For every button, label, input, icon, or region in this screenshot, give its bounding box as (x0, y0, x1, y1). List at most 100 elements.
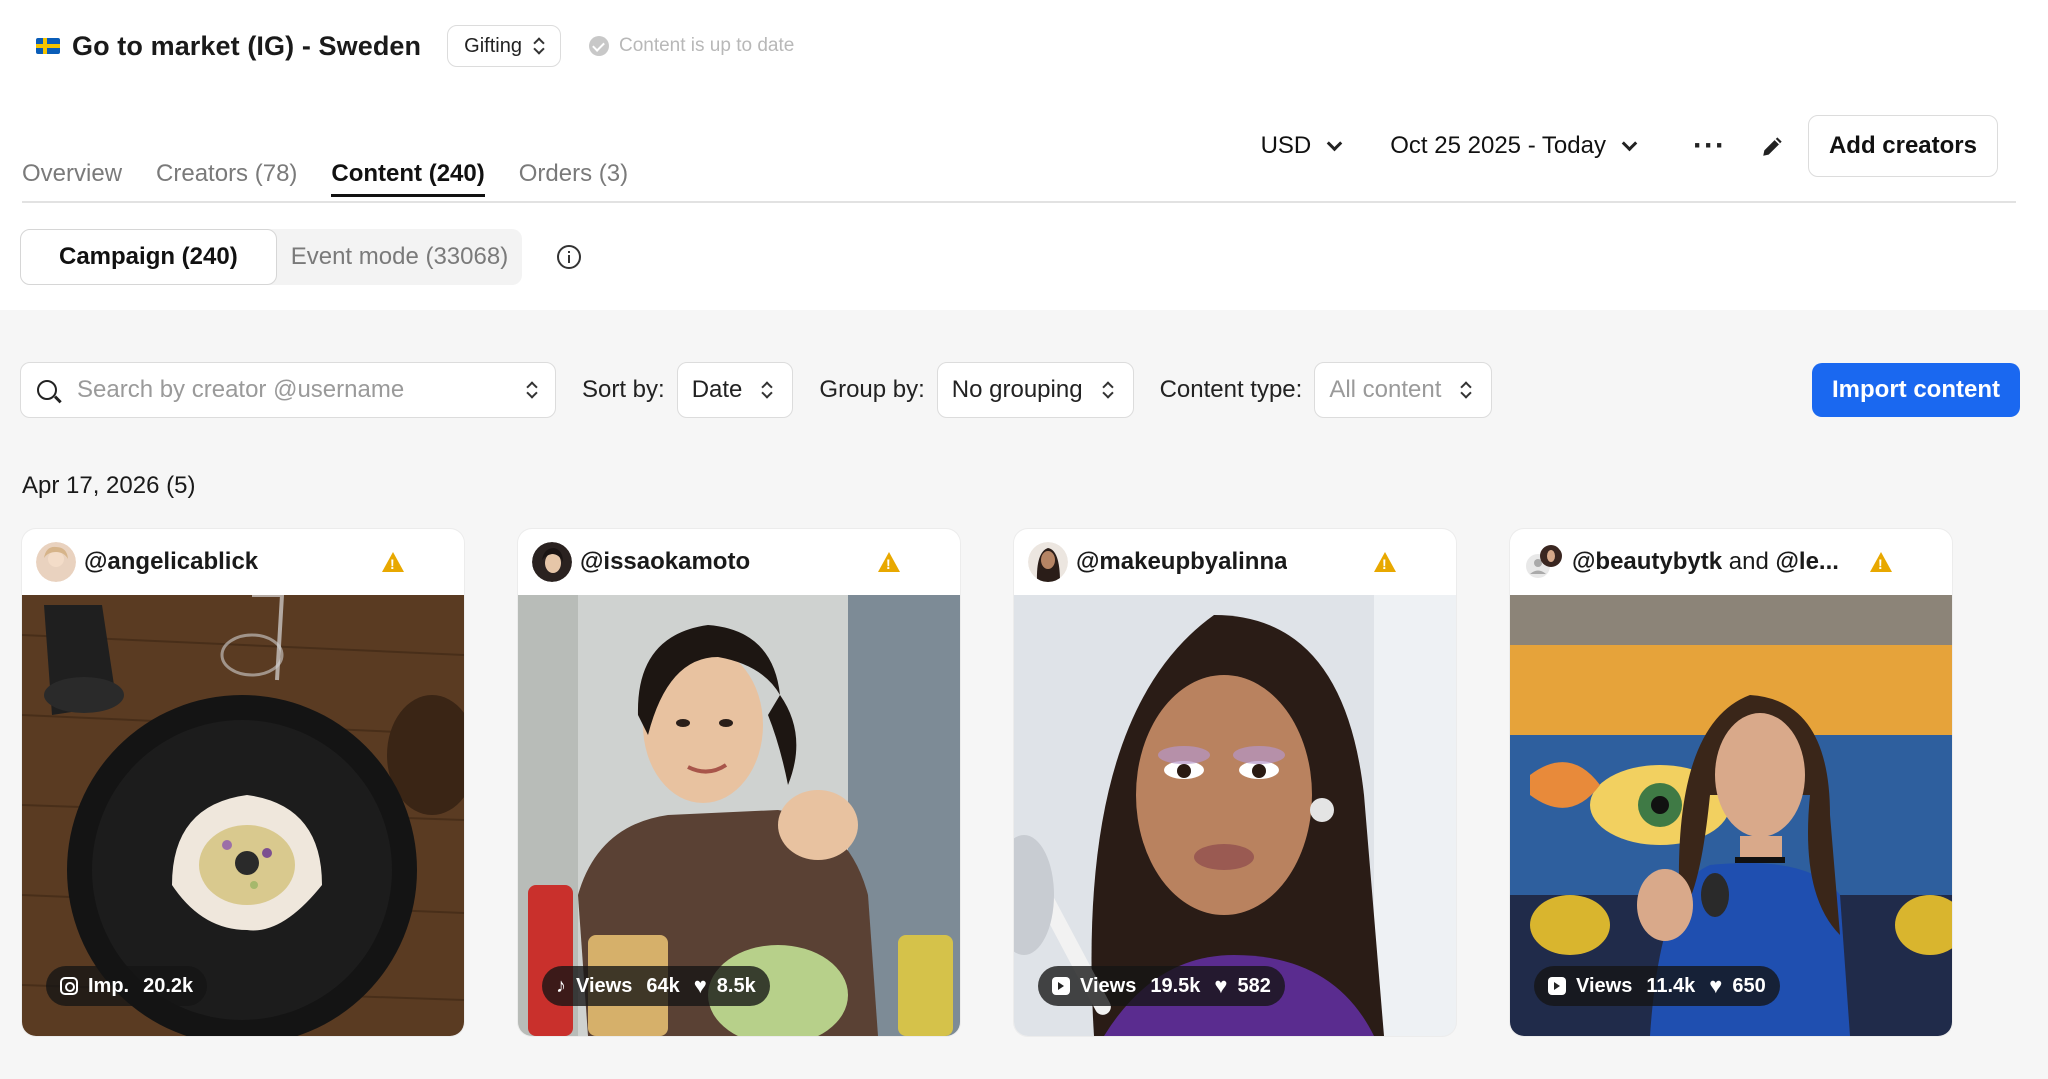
chevron-down-icon (1621, 135, 1638, 151)
warning-icon[interactable] (878, 552, 900, 572)
content-card[interactable]: @angelicablick ! Imp. 20.2k (22, 529, 464, 1036)
content-thumbnail[interactable]: ♪ Views 64k ♥ 8.5k (518, 595, 960, 1036)
instagram-icon (60, 977, 78, 995)
avatar (36, 542, 76, 582)
creator-handle-secondary[interactable]: @le... (1776, 548, 1839, 575)
likes-value: 582 (1237, 974, 1271, 997)
creator-handle[interactable]: @beautybytk and @le... (1572, 548, 1839, 576)
segment-event-mode[interactable]: Event mode (33068) (277, 229, 522, 285)
currency-value: USD (1260, 132, 1312, 159)
creator-handle[interactable]: @angelicablick (84, 548, 258, 576)
group-select[interactable]: No grouping (936, 362, 1134, 418)
tab-content[interactable]: Content (240) (331, 160, 485, 197)
content-thumbnail[interactable]: Views 11.4k ♥ 650 (1510, 595, 1952, 1036)
metric-value: 20.2k (143, 974, 194, 997)
content-card[interactable]: @issaokamoto ! ♪ Views 64k ♥ 8.5k (518, 529, 960, 1036)
card-header: @makeupbyalinna (1014, 529, 1456, 595)
campaign-type-value: Gifting (464, 34, 522, 57)
card-stats: Views 19.5k ♥ 582 (1038, 966, 1285, 1006)
filter-bar: Sort by: Date Group by: No grouping Cont… (20, 362, 2020, 418)
metric-value: 64k (646, 974, 680, 997)
content-area: Sort by: Date Group by: No grouping Cont… (0, 310, 2048, 1079)
creator-handle[interactable]: @makeupbyalinna (1076, 548, 1287, 576)
group-value: No grouping (951, 376, 1083, 403)
add-creators-button[interactable]: Add creators (1807, 115, 1998, 177)
metric-value: 11.4k (1646, 974, 1696, 997)
card-stats: ♪ Views 64k ♥ 8.5k (542, 966, 770, 1006)
currency-select[interactable]: USD (1260, 132, 1343, 160)
card-stats: Views 11.4k ♥ 650 (1534, 966, 1780, 1006)
metric-value: 19.5k (1150, 974, 1201, 997)
updown-chevron-icon (1459, 380, 1473, 400)
import-content-button[interactable]: Import content (1812, 363, 2020, 417)
card-stats: Imp. 20.2k (46, 966, 208, 1006)
date-range-value: Oct 25 2025 - Today (1390, 132, 1606, 159)
reel-icon (1052, 977, 1070, 995)
metric-label: Imp. (88, 974, 130, 997)
content-type-value: All content (1329, 376, 1442, 403)
updown-chevron-icon (760, 380, 774, 400)
content-cards: @angelicablick ! Imp. 20.2k @issaokamoto… (22, 529, 2006, 1036)
sync-status: Content is up to date (588, 35, 795, 57)
likes-value: 650 (1732, 974, 1766, 997)
check-circle-icon (588, 36, 609, 56)
header-toolbar: USD Oct 25 2025 - Today ··· Add creators (1261, 115, 1998, 177)
campaign-type-select[interactable]: Gifting (447, 25, 561, 67)
avatar (1028, 542, 1068, 582)
heart-icon: ♥ (1709, 973, 1723, 998)
updown-chevron-icon (525, 380, 539, 400)
mode-segmented-control: Campaign (240) Event mode (33068) (20, 229, 523, 285)
metric-label: Views (1080, 974, 1137, 997)
title-row: Go to market (IG) - Sweden Gifting Conte… (36, 24, 794, 68)
status-text: Content is up to date (618, 35, 795, 56)
segment-campaign[interactable]: Campaign (240) (20, 229, 277, 285)
creator-handle-primary[interactable]: @beautybytk (1572, 548, 1722, 575)
content-card[interactable]: @beautybytk and @le... ! Views 11.4k ♥ 6… (1510, 529, 1952, 1036)
creator-search[interactable] (20, 362, 556, 418)
handle-separator: and (1728, 548, 1769, 575)
avatar (532, 542, 572, 582)
warning-icon[interactable] (382, 552, 404, 572)
sort-value: Date (691, 376, 743, 403)
heart-icon: ♥ (1214, 973, 1228, 998)
metric-label: Views (1576, 974, 1633, 997)
likes-value: 8.5k (716, 974, 756, 997)
sort-label: Sort by: (582, 376, 665, 403)
content-type-label: Content type: (1159, 376, 1303, 403)
updown-chevron-icon (1101, 380, 1115, 400)
date-range-select[interactable]: Oct 25 2025 - Today (1390, 132, 1638, 160)
content-type-select[interactable]: All content (1314, 362, 1493, 418)
heart-icon: ♥ (693, 973, 707, 998)
creator-handle[interactable]: @issaokamoto (580, 548, 750, 576)
warning-icon[interactable] (1374, 552, 1396, 572)
more-options-icon[interactable]: ··· (1693, 129, 1726, 163)
card-header: @issaokamoto (518, 529, 960, 595)
sweden-flag-icon (36, 38, 60, 54)
tiktok-icon: ♪ (556, 974, 566, 997)
page-header: Go to market (IG) - Sweden Gifting Conte… (0, 0, 2048, 310)
sort-select[interactable]: Date (676, 362, 794, 418)
content-card[interactable]: @makeupbyalinna ! Views 19.5k ♥ 582 (1014, 529, 1456, 1036)
card-header: @beautybytk and @le... (1510, 529, 1952, 595)
campaign-title: Go to market (IG) - Sweden (72, 30, 422, 61)
date-group-heading: Apr 17, 2026 (5) (22, 472, 196, 499)
chevron-down-icon (1326, 135, 1343, 151)
content-thumbnail[interactable]: Views 19.5k ♥ 582 (1014, 595, 1456, 1036)
tab-orders[interactable]: Orders (3) (519, 160, 628, 197)
tab-overview[interactable]: Overview (22, 160, 122, 197)
metric-label: Views (576, 974, 633, 997)
warning-icon[interactable] (1870, 552, 1892, 572)
info-icon[interactable] (557, 245, 581, 269)
content-thumbnail[interactable]: Imp. 20.2k (22, 595, 464, 1036)
group-label: Group by: (819, 376, 925, 403)
search-input[interactable] (77, 376, 515, 404)
tabs-divider (22, 201, 2016, 203)
card-header: @angelicablick (22, 529, 464, 595)
tab-creators[interactable]: Creators (78) (156, 160, 297, 197)
collab-avatars (1526, 545, 1562, 578)
main-tabs: Overview Creators (78) Content (240) Ord… (22, 160, 662, 197)
search-icon (37, 380, 57, 400)
reel-icon (1548, 977, 1566, 995)
updown-chevron-icon (532, 36, 546, 56)
edit-pencil-icon[interactable] (1760, 133, 1786, 159)
